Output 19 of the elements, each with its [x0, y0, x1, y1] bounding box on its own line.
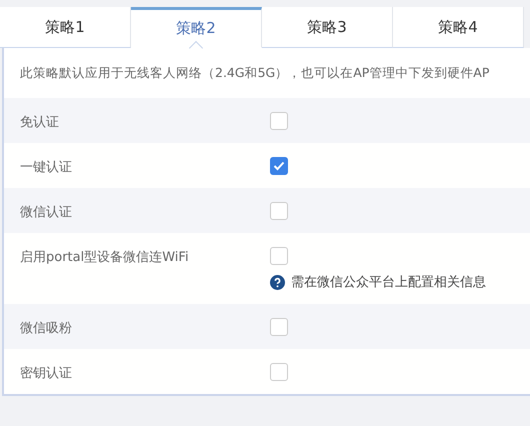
- option-label: 一键认证: [20, 159, 73, 176]
- option-label: 密钥认证: [20, 365, 73, 382]
- hint-text: 需在微信公众平台上配置相关信息: [291, 274, 486, 291]
- tab[interactable]: 策略4: [393, 7, 524, 48]
- checkbox[interactable]: [270, 318, 288, 336]
- checkbox[interactable]: [270, 157, 288, 175]
- option-label: 启用portal型设备微信连WiFi: [20, 249, 190, 266]
- description-text: 此策略默认应用于无线客人网络（2.4G和5G），也可以在AP管理中下发到硬件AP: [19, 64, 490, 82]
- check-icon: [273, 161, 285, 171]
- option-label: 免认证: [20, 114, 60, 131]
- option-label: 微信吸粉: [20, 320, 73, 337]
- checkbox[interactable]: [270, 202, 288, 220]
- tab[interactable]: 策略3: [262, 7, 393, 48]
- checkbox[interactable]: [270, 247, 288, 265]
- help-icon: [270, 274, 285, 290]
- checkbox[interactable]: [270, 112, 288, 130]
- option-label: 微信认证: [20, 204, 73, 221]
- tab[interactable]: 策略1: [0, 7, 131, 48]
- checkbox[interactable]: [270, 363, 288, 381]
